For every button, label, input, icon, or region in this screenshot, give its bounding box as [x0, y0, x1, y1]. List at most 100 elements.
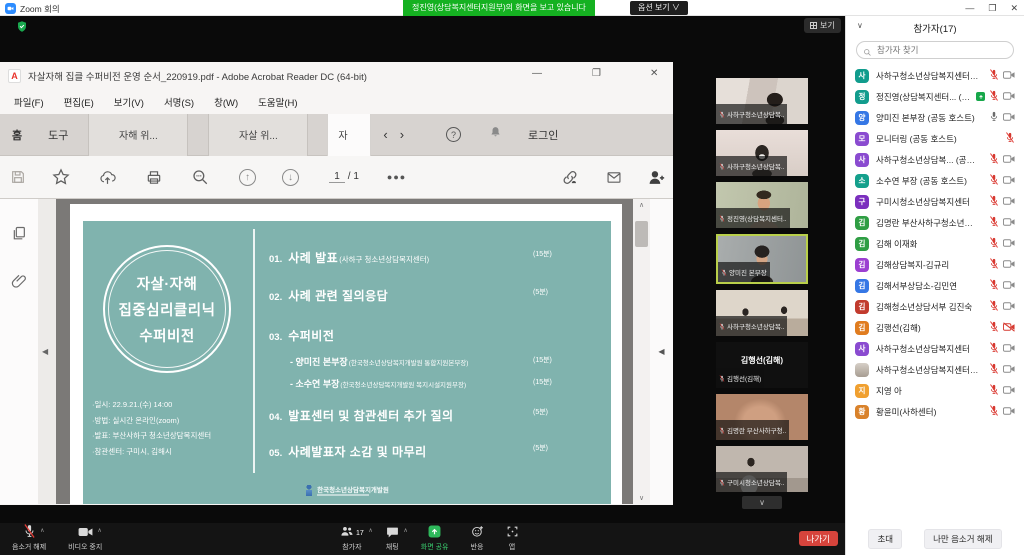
participant-name: 황윤미(사하센터): [876, 406, 936, 418]
toolbar-chat-button[interactable]: ∧채팅: [386, 526, 399, 552]
pdf-menu-item-3[interactable]: 서명(S): [154, 95, 204, 109]
doc-tab-2[interactable]: 자살 위...: [208, 114, 308, 156]
video-tile[interactable]: 김행선(김해)김행선(김해): [716, 342, 808, 388]
zoom-titlebar: Zoom 회의 정진영(상담복지센터지원부)의 화면을 보고 있습니다 옵션 보…: [0, 0, 1024, 16]
video-tile[interactable]: 사하구청소년상담복..: [716, 130, 808, 176]
caret-up-icon[interactable]: ∧: [40, 527, 44, 534]
participant-row[interactable]: 구구미시청소년상담복지센터: [846, 191, 1024, 212]
toolbar-video-button[interactable]: ∧비디오 중지: [68, 526, 102, 552]
tab-nav-arrows[interactable]: ‹›: [383, 127, 416, 142]
participant-row[interactable]: 사사하구청소년상담복지센터: [846, 338, 1024, 359]
participant-row[interactable]: 김김해상담복지-김규리: [846, 254, 1024, 275]
email-icon[interactable]: [605, 170, 623, 185]
collapse-left-panel-icon[interactable]: ◀: [42, 347, 48, 356]
next-page-icon[interactable]: ↓: [282, 169, 299, 186]
print-icon[interactable]: [145, 169, 163, 186]
invite-button[interactable]: 초대: [868, 529, 902, 549]
cloud-upload-icon[interactable]: [98, 169, 117, 186]
tab-home[interactable]: 홈: [12, 127, 22, 143]
pdf-close-button[interactable]: ✕: [650, 68, 658, 79]
tab-tools[interactable]: 도구: [48, 127, 68, 143]
avatar: 김: [855, 237, 869, 251]
view-button[interactable]: 보기: [804, 18, 841, 33]
leave-button[interactable]: 나가기: [799, 531, 838, 546]
pdf-menu-item-0[interactable]: 파일(F): [4, 95, 54, 109]
doc-tab-active[interactable]: 자: [327, 114, 371, 156]
participant-row[interactable]: 지지영 아: [846, 380, 1024, 401]
star-icon[interactable]: [52, 168, 70, 186]
participant-row[interactable]: 김김해 이재화: [846, 233, 1024, 254]
save-icon[interactable]: [10, 169, 26, 185]
people-icon: [340, 525, 354, 543]
toolbar-mute-button[interactable]: ∧음소거 해제: [12, 526, 46, 552]
toolbar-apps-button[interactable]: 앱: [506, 526, 519, 552]
minimize-button[interactable]: —: [965, 3, 974, 13]
sign-person-icon[interactable]: [647, 169, 665, 186]
participant-row[interactable]: 양양미진 본부장 (공동 호스트): [846, 107, 1024, 128]
participant-name: 사하구청소년상담복지센터(장... (나): [876, 70, 980, 82]
caret-up-icon[interactable]: ∧: [403, 527, 407, 534]
pdf-scrollbar-thumb[interactable]: [635, 221, 648, 247]
pdf-maximize-button[interactable]: ❐: [592, 68, 601, 79]
mic-muted-icon: [989, 403, 999, 421]
bell-icon[interactable]: [489, 125, 502, 144]
participant-row[interactable]: 사하구청소년상담복지센터 김서정...: [846, 359, 1024, 380]
avatar: 김: [855, 216, 869, 230]
share-link-icon[interactable]: [561, 169, 579, 186]
video-tile[interactable]: 구미시청소년상담복..: [716, 446, 808, 492]
previous-page-icon[interactable]: ↑: [239, 169, 256, 186]
video-tile[interactable]: 양미진 본부장: [716, 234, 808, 284]
smiley-icon: [471, 525, 484, 543]
view-options-button[interactable]: 옵션 보기 ∨: [630, 1, 688, 15]
toolbar-share-button[interactable]: 화면 공유: [421, 526, 449, 552]
page-thumbnails-icon[interactable]: [11, 225, 27, 247]
caret-up-icon[interactable]: ∧: [368, 527, 372, 534]
caret-up-icon[interactable]: ∧: [97, 527, 101, 534]
collapse-right-panel[interactable]: ◀: [650, 199, 673, 504]
video-tile[interactable]: 정진영(상담복지센터..: [716, 182, 808, 228]
search-input[interactable]: [856, 41, 1014, 59]
pdf-menu-item-5[interactable]: 도움말(H): [248, 95, 307, 109]
video-tile[interactable]: 사하구청소년상담복..: [716, 290, 808, 336]
participant-row[interactable]: 사사하구청소년상담복... (공동 호스트): [846, 149, 1024, 170]
search-icon[interactable]: [191, 168, 209, 186]
login-button[interactable]: 로그인: [528, 127, 558, 143]
mic-muted-icon: [989, 88, 999, 106]
pdf-menu-item-1[interactable]: 편집(E): [54, 95, 104, 109]
help-icon[interactable]: ?: [446, 127, 461, 142]
security-shield-icon[interactable]: [16, 20, 28, 38]
participant-row[interactable]: 정정진영(상담복지센터... (호스트): [846, 86, 1024, 107]
camera-icon: [1003, 151, 1015, 169]
participant-row[interactable]: 김김해청소년상담서부 김진숙: [846, 296, 1024, 317]
pdf-menu-item-2[interactable]: 보기(V): [104, 95, 154, 109]
page-number-field[interactable]: 1: [329, 171, 345, 183]
participant-row[interactable]: 김김행선(김해): [846, 317, 1024, 338]
mic-muted-icon: [989, 382, 999, 400]
window-title: Zoom 회의: [20, 3, 60, 15]
doc-tab-1[interactable]: 자해 위...: [88, 114, 188, 156]
participant-row[interactable]: 소소수연 부장 (공동 호스트): [846, 170, 1024, 191]
mic-icon: [989, 109, 999, 127]
more-tools-icon[interactable]: ●●●: [387, 172, 406, 182]
toolbar-participants-button[interactable]: 17∧참가자: [340, 526, 364, 552]
participant-row[interactable]: 모모니터링 (공동 호스트): [846, 128, 1024, 149]
participant-row[interactable]: 김김명란 부산사하구청소년상담복지...: [846, 212, 1024, 233]
camera-icon: [1003, 88, 1015, 106]
participants-list: 사사하구청소년상담복지센터(장... (나)정정진영(상담복지센터... (호스…: [846, 63, 1024, 422]
more-videos-button[interactable]: ∨: [742, 496, 782, 509]
avatar: 사: [855, 153, 869, 167]
close-button[interactable]: ✕: [1010, 3, 1018, 14]
attachments-paperclip-icon[interactable]: [11, 273, 27, 294]
participant-row[interactable]: 황황윤미(사하센터): [846, 401, 1024, 422]
video-tile[interactable]: 사하구청소년상담복..: [716, 78, 808, 124]
toolbar-reactions-button[interactable]: 반응: [471, 526, 484, 552]
video-tile[interactable]: 김명란 부산사하구청..: [716, 394, 808, 440]
unmute-self-button[interactable]: 나만 음소거 해제: [924, 529, 1001, 549]
pdf-minimize-button[interactable]: —: [532, 68, 542, 79]
participant-row[interactable]: 김김해서부상담소-김민연: [846, 275, 1024, 296]
agenda-item: 05.사례발표자 소감 및 마무리(5분): [269, 443, 603, 460]
pdf-menu-item-4[interactable]: 창(W): [204, 95, 248, 109]
maximize-button[interactable]: ❐: [988, 3, 996, 14]
participant-row[interactable]: 사사하구청소년상담복지센터(장... (나): [846, 65, 1024, 86]
apps-icon: [506, 525, 519, 543]
